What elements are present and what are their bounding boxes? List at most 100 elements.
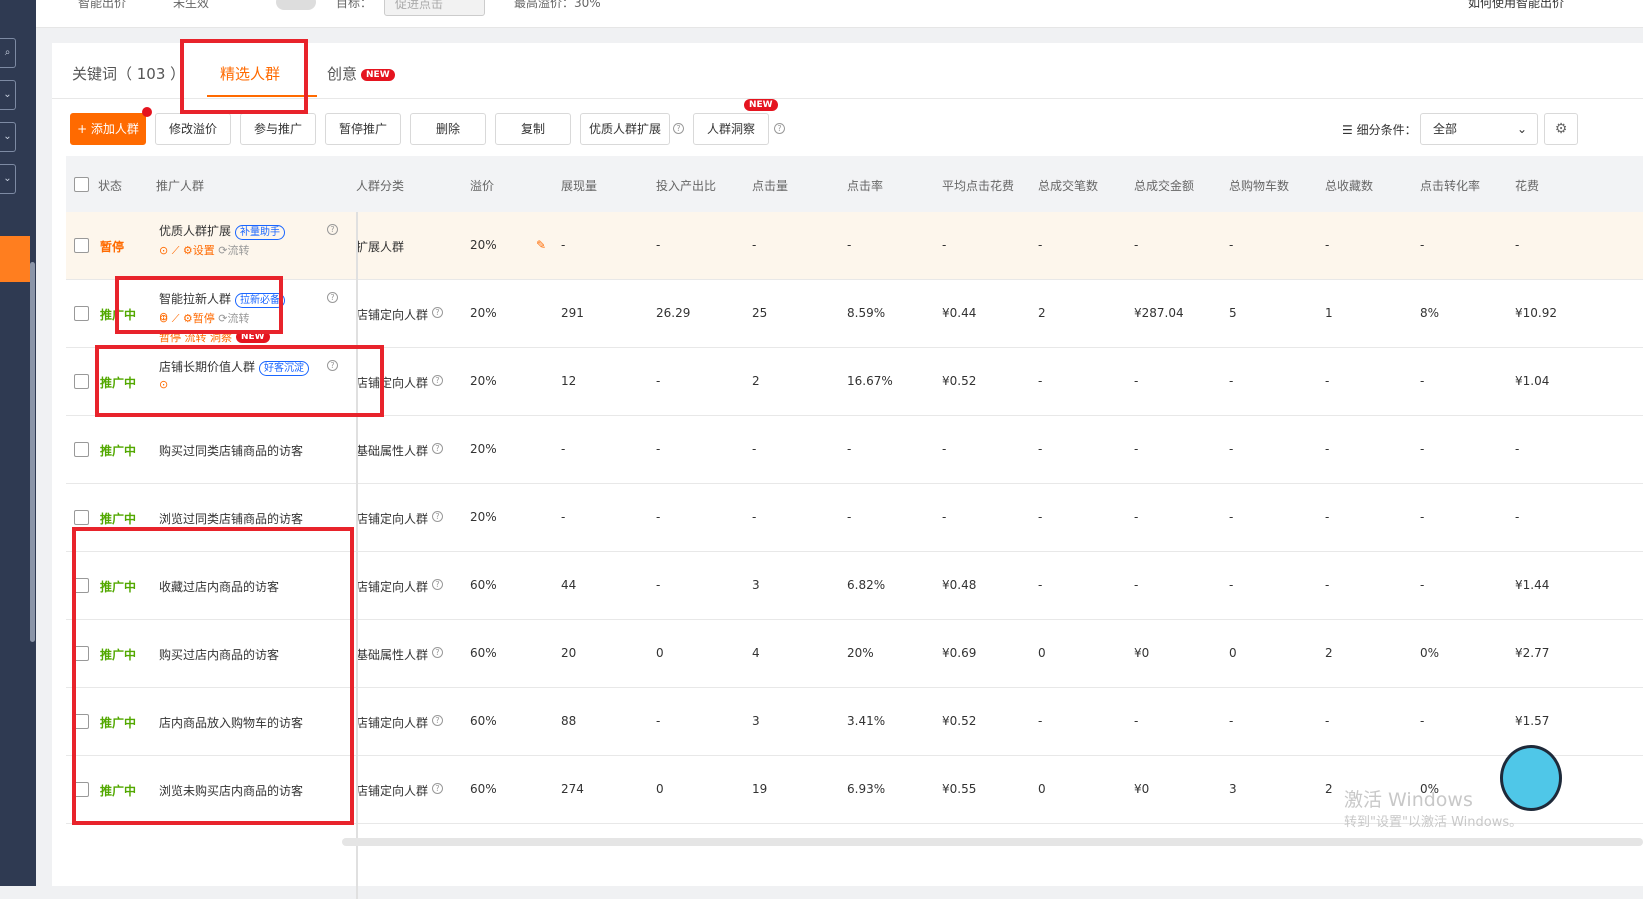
header-cart[interactable]: 总购物车数	[1229, 177, 1289, 194]
cell-clicks: -	[752, 238, 757, 252]
tab-keywords[interactable]: 关键词（ 103 ）	[72, 63, 185, 84]
help-icon[interactable]: ?	[432, 579, 443, 590]
pause-icon[interactable]: ⊙	[159, 378, 168, 391]
row-checkbox[interactable]	[74, 442, 89, 457]
audience-tag: 补量助手	[235, 225, 286, 240]
table-row[interactable]: 暂停 优质人群扩展 补量助手? ⊙ ⟋ ⚙设置 ⟳流转 扩展人群 20% - - - - - - - - -…	[66, 212, 1643, 280]
audience-name[interactable]: 浏览过同类店铺商品的访客	[159, 510, 303, 527]
cell-cost: ¥2.77	[1515, 646, 1550, 660]
delete-button[interactable]: 删除	[410, 113, 486, 145]
sidebar-active-item[interactable]	[0, 236, 30, 282]
cell-cost: -	[1515, 510, 1520, 524]
help-icon[interactable]: ?	[432, 307, 443, 318]
tab-audience[interactable]: 精选人群	[220, 63, 280, 84]
select-all-checkbox[interactable]	[74, 177, 89, 192]
status-badge: 推广中	[100, 716, 137, 730]
cell-cpc: ¥0.48	[942, 578, 977, 592]
header-cost[interactable]: 花费	[1515, 177, 1539, 194]
help-icon[interactable]: ?	[432, 783, 443, 794]
pause-promotion-button[interactable]: 暂停推广	[325, 113, 401, 145]
cell-deals: 0	[1038, 646, 1046, 660]
chevron-down-icon[interactable]: ⌄	[0, 80, 16, 110]
pause-icon[interactable]: ⊙	[159, 310, 168, 323]
tab-creative[interactable]: 创意 NEW	[327, 63, 395, 84]
chart-icon[interactable]: ⟋	[172, 244, 180, 257]
flow-link[interactable]: 流转	[185, 331, 207, 344]
howto-link[interactable]: 如何使用智能出价	[1468, 0, 1564, 11]
help-icon[interactable]: ?	[673, 123, 684, 134]
mascot-icon[interactable]	[1500, 745, 1562, 811]
header-deals[interactable]: 总成交笔数	[1038, 177, 1098, 194]
play-icon[interactable]: ⊙	[159, 244, 168, 257]
audience-name[interactable]: 店内商品放入购物车的访客	[159, 714, 303, 731]
audience-name[interactable]: 收藏过店内商品的访客	[159, 578, 279, 595]
audience-name[interactable]: 店铺长期价值人群 好客沉淀	[159, 358, 310, 376]
row-checkbox[interactable]	[74, 374, 89, 389]
help-icon[interactable]: ?	[432, 443, 443, 454]
help-icon[interactable]: ?	[774, 123, 785, 134]
pause-link[interactable]: 暂停	[159, 331, 181, 344]
row-checkbox[interactable]	[74, 782, 89, 797]
help-icon[interactable]: ?	[327, 224, 338, 235]
flow-link[interactable]: ⟳流转	[218, 244, 249, 257]
copy-button[interactable]: 复制	[495, 113, 571, 145]
flow-link[interactable]: ⟳流转	[218, 312, 249, 325]
header-amount[interactable]: 总成交金额	[1134, 177, 1194, 194]
header-ctr[interactable]: 点击率	[847, 177, 883, 194]
header-premium[interactable]: 溢价	[470, 177, 494, 194]
help-icon[interactable]: ?	[327, 360, 338, 371]
chevron-down-icon[interactable]: ⌄	[0, 164, 16, 194]
help-icon[interactable]: ?	[432, 715, 443, 726]
audience-name[interactable]: 浏览未购买店内商品的访客	[159, 782, 303, 799]
sidebar-scrollbar[interactable]	[30, 262, 35, 642]
table-row[interactable]: 推广中 智能拉新人群 拉新必备? ⊙ ⟋ ⚙暂停 ⟳流转 ⊙ 暂停 流转 洞察 NEW 店铺定…	[66, 280, 1643, 348]
header-cpc[interactable]: 平均点击花费	[942, 177, 1014, 194]
audience-name[interactable]: 购买过店内商品的访客	[159, 646, 279, 663]
edit-icon[interactable]: ✎	[536, 238, 546, 252]
join-promotion-button[interactable]: 参与推广	[240, 113, 316, 145]
smart-bid-toggle[interactable]	[276, 0, 316, 10]
row-checkbox[interactable]	[74, 714, 89, 729]
table-row[interactable]: 推广中 店内商品放入购物车的访客 店铺定向人群 60% 88 - 3 3.41% ¥0.52 - -…	[66, 688, 1643, 756]
horizontal-scrollbar[interactable]	[342, 838, 1643, 846]
chevron-down-icon[interactable]: ⌄	[0, 122, 16, 152]
cell-roi: 0	[656, 782, 664, 796]
header-cvr[interactable]: 点击转化率	[1420, 177, 1480, 194]
help-icon[interactable]: ?	[432, 375, 443, 386]
table-row[interactable]: 推广中 购买过店内商品的访客 基础属性人群 60% 20 0 4 20% ¥0.69 0 ¥0 0 2 0…	[66, 620, 1643, 688]
audience-name[interactable]: 购买过同类店铺商品的访客	[159, 442, 303, 459]
table-row[interactable]: 推广中 收藏过店内商品的访客 店铺定向人群 60% 44 - 3 6.82% ¥0.48 - - - -…	[66, 552, 1643, 620]
header-roi[interactable]: 投入产出比	[656, 177, 716, 194]
row-checkbox[interactable]	[74, 238, 89, 253]
row-checkbox[interactable]	[74, 306, 89, 321]
header-clicks[interactable]: 点击量	[752, 177, 788, 194]
insight-link[interactable]: 洞察	[210, 331, 232, 344]
audience-name[interactable]: 优质人群扩展 补量助手	[159, 222, 286, 240]
quality-expand-button[interactable]: 优质人群扩展	[580, 113, 670, 145]
cell-category: 基础属性人群	[356, 444, 429, 458]
modify-premium-button[interactable]: 修改溢价	[155, 113, 231, 145]
filter-select[interactable]: 全部 ⌄	[1420, 113, 1538, 145]
header-impressions[interactable]: 展现量	[561, 177, 597, 194]
help-icon[interactable]: ?	[432, 511, 443, 522]
row-checkbox[interactable]	[74, 578, 89, 593]
chart-icon[interactable]: ⟋	[172, 312, 180, 325]
table-row[interactable]: 推广中 浏览过同类店铺商品的访客 店铺定向人群 20% - - - - - - - - - - -?	[66, 484, 1643, 552]
header-fav[interactable]: 总收藏数	[1325, 177, 1373, 194]
help-icon[interactable]: ?	[327, 292, 338, 303]
row-checkbox[interactable]	[74, 510, 89, 525]
settings-link[interactable]: 暂停	[193, 312, 215, 325]
target-select[interactable]: 促进点击	[384, 0, 485, 16]
audience-name-text: 店铺长期价值人群	[159, 360, 256, 374]
audience-name[interactable]: 智能拉新人群 拉新必备	[159, 290, 286, 308]
search-icon[interactable]: ⌕	[0, 38, 16, 68]
gear-icon[interactable]: ⚙	[1544, 113, 1578, 145]
settings-link[interactable]: 设置	[193, 244, 215, 257]
notification-dot	[142, 107, 152, 117]
table-row[interactable]: 推广中 购买过同类店铺商品的访客 基础属性人群 20% - - - - - - - - - - -?	[66, 416, 1643, 484]
table-row[interactable]: 推广中 店铺长期价值人群 好客沉淀? ⊙ 店铺定向人群 20% 12 - 2 16.67% ¥0.5…	[66, 348, 1643, 416]
audience-insight-button[interactable]: 人群洞察	[693, 113, 769, 145]
help-icon[interactable]: ?	[432, 647, 443, 658]
row-checkbox[interactable]	[74, 646, 89, 661]
add-audience-button[interactable]: + 添加人群	[70, 113, 146, 145]
